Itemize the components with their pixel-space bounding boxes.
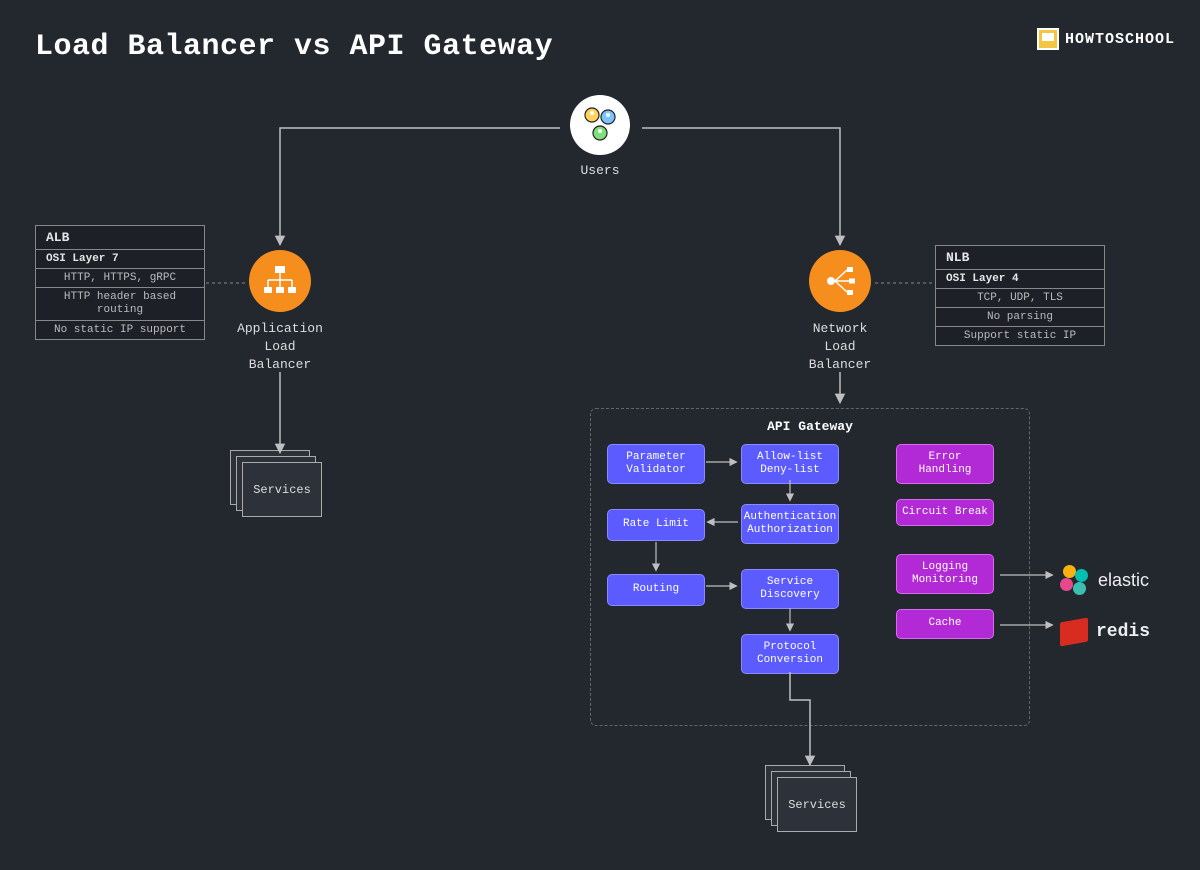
api-gateway-title: API Gateway — [605, 419, 1015, 434]
box-cache: Cache — [896, 609, 994, 639]
page-title: Load Balancer vs API Gateway — [35, 30, 553, 64]
box-logging: Logging Monitoring — [896, 554, 994, 594]
api-gateway-panel: API Gateway Parameter Validator Allow-li… — [590, 408, 1030, 726]
services-left: Services — [220, 450, 330, 530]
users-icon — [570, 95, 630, 155]
nlb-table-subheader: OSI Layer 4 — [936, 270, 1104, 289]
alb-row-1: HTTP, HTTPS, gRPC — [36, 269, 204, 288]
box-parameter-validator: Parameter Validator — [607, 444, 705, 484]
box-rate-limit: Rate Limit — [607, 509, 705, 541]
services-left-label: Services — [242, 462, 322, 517]
users-node: Users — [560, 95, 640, 178]
alb-icon — [249, 250, 311, 312]
nlb-label-3: Balancer — [790, 356, 890, 374]
brand-text: HOWTOSCHOOL — [1065, 31, 1175, 48]
elastic-icon — [1060, 565, 1090, 595]
alb-table-subheader: OSI Layer 7 — [36, 250, 204, 269]
box-service-discovery: Service Discovery — [741, 569, 839, 609]
nlb-row-3: Support static IP — [936, 327, 1104, 345]
nlb-label-1: Network — [790, 320, 890, 338]
elastic-node: elastic — [1060, 565, 1149, 595]
alb-node: Application Load Balancer — [230, 250, 330, 375]
nlb-row-2: No parsing — [936, 308, 1104, 327]
box-routing: Routing — [607, 574, 705, 606]
box-error-handling: Error Handling — [896, 444, 994, 484]
redis-node: redis — [1060, 620, 1150, 644]
box-circuit-break: Circuit Break — [896, 499, 994, 526]
box-protocol-conversion: Protocol Conversion — [741, 634, 839, 674]
box-auth: Authentication Authorization — [741, 504, 839, 544]
alb-info-table: ALB OSI Layer 7 HTTP, HTTPS, gRPC HTTP h… — [35, 225, 205, 340]
alb-row-2: HTTP header based routing — [36, 288, 204, 321]
redis-label: redis — [1096, 622, 1150, 642]
box-allow-deny: Allow-list Deny-list — [741, 444, 839, 484]
brand-icon — [1037, 28, 1059, 50]
nlb-info-table: NLB OSI Layer 4 TCP, UDP, TLS No parsing… — [935, 245, 1105, 346]
alb-row-3: No static IP support — [36, 321, 204, 339]
services-right: Services — [755, 765, 865, 845]
nlb-icon — [809, 250, 871, 312]
nlb-label-2: Load — [790, 338, 890, 356]
users-label: Users — [560, 163, 640, 178]
alb-label-3: Balancer — [230, 356, 330, 374]
alb-table-header: ALB — [36, 226, 204, 250]
elastic-label: elastic — [1098, 570, 1149, 591]
alb-label-2: Load — [230, 338, 330, 356]
redis-icon — [1060, 618, 1088, 647]
nlb-row-1: TCP, UDP, TLS — [936, 289, 1104, 308]
services-right-label: Services — [777, 777, 857, 832]
brand-logo: HOWTOSCHOOL — [1037, 28, 1175, 50]
nlb-node: Network Load Balancer — [790, 250, 890, 375]
alb-label-1: Application — [230, 320, 330, 338]
nlb-table-header: NLB — [936, 246, 1104, 270]
